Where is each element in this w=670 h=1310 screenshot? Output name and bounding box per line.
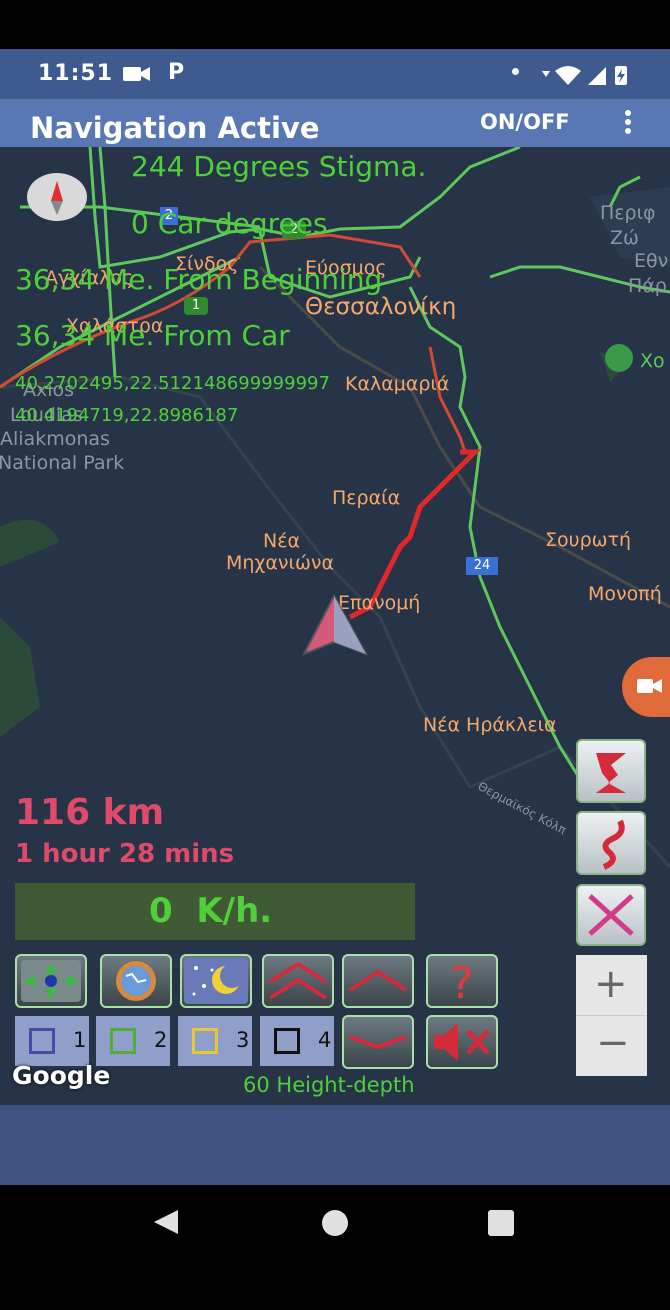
- map-label: Θεσσαλονίκη: [305, 294, 457, 320]
- compass-icon: [51, 181, 63, 215]
- checkbox-1[interactable]: 1: [15, 1016, 89, 1066]
- map-view[interactable]: 2 2 1 24 Σίνδος Εύοσμος Θεσσαλονίκη Χαλά…: [0, 147, 670, 1105]
- checkbox-4-box: [274, 1028, 300, 1054]
- chevron-down-icon: [349, 1035, 407, 1050]
- signal-battery-icons: [542, 66, 627, 85]
- video-camera-icon: [123, 67, 150, 81]
- top-black-band: [0, 0, 670, 49]
- route-button[interactable]: [576, 811, 646, 875]
- map-label: Πάρ: [628, 275, 667, 297]
- compass-button[interactable]: [27, 173, 87, 221]
- height-up-button[interactable]: [342, 954, 414, 1008]
- map-label: Μηχανιώνα: [226, 552, 335, 574]
- car-degrees-text: 0 Car degrees: [131, 207, 328, 240]
- route-path-icon: [602, 819, 625, 870]
- app-bar: Navigation Active ON/OFF: [0, 99, 670, 147]
- car-position-icon: [301, 594, 369, 656]
- map-label: Νέα Ηράκλεια: [423, 714, 557, 736]
- map-label: Νέα: [263, 530, 301, 552]
- zoom-in-button[interactable]: +: [576, 955, 647, 1016]
- parking-app-icon: P: [168, 60, 185, 85]
- map-label: Περαία: [332, 487, 401, 509]
- map-label: Μονοπή: [588, 583, 662, 605]
- page-title: Navigation Active: [30, 111, 320, 145]
- system-nav-bar: [0, 1185, 670, 1260]
- recents-icon[interactable]: [488, 1210, 514, 1236]
- mute-icon: [434, 1023, 490, 1061]
- close-icon: [588, 894, 634, 936]
- coordinates-1: 40,2702495,22.512148699999997: [15, 373, 330, 394]
- height-depth-text: 60 Height-depth: [243, 1073, 415, 1097]
- map-label: Εθν: [634, 250, 669, 272]
- park-pin-icon: [605, 344, 633, 372]
- zoom-out-icon: −: [596, 1020, 630, 1066]
- checkbox-3[interactable]: 3: [178, 1016, 252, 1066]
- zoom-out-button[interactable]: −: [576, 1016, 647, 1076]
- route-down-button[interactable]: [576, 739, 646, 803]
- distance-from-car: 36,34 Me. From Car: [15, 319, 290, 352]
- status-bar: 11:51 P: [0, 49, 670, 99]
- road-shield-1: 1: [184, 297, 208, 315]
- checkbox-3-box: [192, 1028, 218, 1054]
- notification-dot-icon: [512, 68, 519, 75]
- map-label: Aliakmonas: [0, 428, 110, 450]
- checkbox-1-label: 1: [73, 1028, 87, 1052]
- help-icon: ?: [450, 958, 473, 1009]
- checkbox-1-box: [29, 1028, 55, 1054]
- map-label: National Park: [0, 452, 125, 474]
- coordinates-2: 40.4194719,22.8986187: [15, 405, 239, 426]
- height-up-fast-button[interactable]: [262, 954, 334, 1008]
- clear-route-button[interactable]: [576, 884, 646, 946]
- double-chevron-up-icon: [268, 961, 328, 1000]
- rotate-map-button[interactable]: [100, 954, 172, 1008]
- home-icon[interactable]: [322, 1210, 348, 1236]
- chevron-up-icon: [348, 969, 408, 992]
- map-label: Καλαμαριά: [345, 373, 450, 395]
- night-mode-button[interactable]: [180, 954, 252, 1008]
- checkbox-3-label: 3: [236, 1028, 250, 1052]
- moon-stars-icon: [184, 958, 248, 1004]
- checkbox-2-box: [110, 1028, 136, 1054]
- checkbox-2-label: 2: [154, 1028, 168, 1052]
- route-stop-icon: [596, 753, 626, 793]
- svg-text:?: ?: [450, 958, 473, 1006]
- on-off-button[interactable]: ON/OFF: [480, 110, 570, 134]
- bearing-text: 244 Degrees Stigma.: [131, 150, 427, 183]
- checkbox-4-label: 4: [318, 1028, 332, 1052]
- checkbox-4[interactable]: 4: [260, 1016, 334, 1066]
- distance-from-beginning: 36,34 Me. From Beginning: [15, 263, 383, 296]
- clock: 11:51: [38, 61, 114, 86]
- center-map-button[interactable]: [15, 954, 87, 1008]
- video-camera-icon: [637, 679, 662, 693]
- overflow-menu-icon[interactable]: [622, 109, 634, 137]
- bottom-panel: [0, 1105, 670, 1185]
- globe-rotate-icon: [116, 961, 156, 1001]
- center-arrows-icon: [21, 960, 81, 1002]
- speed-readout: 0 K/h.: [149, 891, 273, 931]
- road-shield-24: 24: [466, 557, 498, 575]
- back-icon[interactable]: [150, 1207, 180, 1237]
- google-logo: Google: [12, 1061, 111, 1090]
- checkbox-2[interactable]: 2: [96, 1016, 170, 1066]
- speed-panel: 0 K/h.: [15, 883, 415, 940]
- help-button[interactable]: ?: [426, 954, 498, 1009]
- zoom-in-icon: +: [594, 961, 628, 1007]
- route-distance: 116 km: [15, 792, 165, 833]
- map-label: Περιφ: [600, 202, 656, 224]
- map-label: Ζώ: [610, 227, 639, 249]
- height-down-button[interactable]: [342, 1015, 414, 1069]
- map-label: Σουρωτή: [545, 529, 632, 551]
- route-duration: 1 hour 28 mins: [15, 839, 235, 869]
- mute-button[interactable]: [426, 1015, 498, 1069]
- map-label: Χο: [640, 350, 665, 372]
